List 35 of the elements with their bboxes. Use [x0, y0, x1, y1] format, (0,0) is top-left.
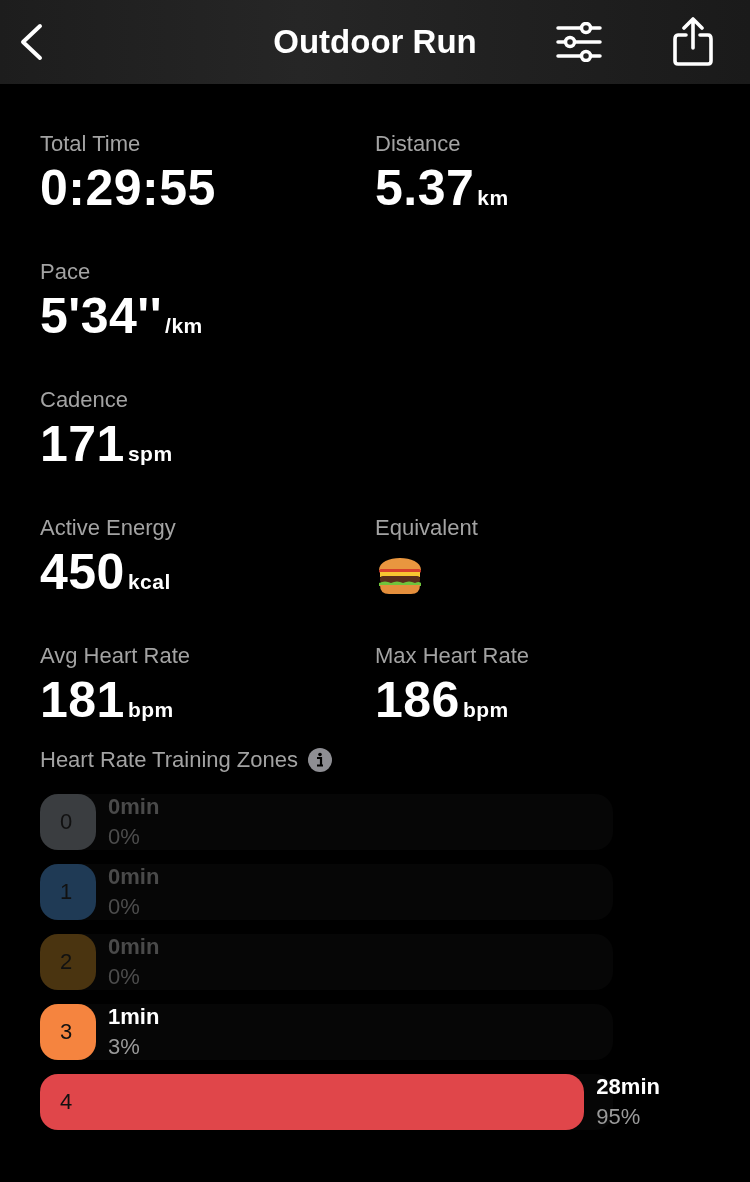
zone-time: 0min [108, 933, 160, 961]
metric-value: 186 bpm [375, 671, 509, 730]
metric-label: Active Energy [40, 514, 176, 542]
zone-time: 28min [596, 1073, 660, 1101]
metric-value: 171 spm [40, 415, 173, 474]
settings-sliders-button[interactable] [556, 22, 602, 62]
zone-bar: 3 [40, 1004, 96, 1060]
metric-value: 0:29:55 [40, 159, 216, 218]
metric-label: Equivalent [375, 514, 478, 542]
metric-label: Avg Heart Rate [40, 642, 190, 670]
zone-time: 1min [108, 1003, 160, 1031]
section-title: Heart Rate Training Zones [40, 746, 299, 774]
zone-time: 0min [108, 863, 160, 891]
metric-label: Pace [40, 258, 91, 286]
info-icon[interactable] [308, 748, 333, 772]
metric-value: 450 kcal [40, 543, 171, 602]
metric-label: Max Heart Rate [375, 642, 530, 670]
metric-value: 181 bpm [40, 671, 174, 730]
zone-percent: 95% [596, 1103, 642, 1131]
zone-time: 0min [108, 793, 160, 821]
zone-bar: 1 [40, 864, 96, 920]
share-button[interactable] [672, 17, 714, 67]
metric-value: 5'34''/km [40, 287, 203, 346]
metric-label: Distance [375, 130, 461, 158]
screen-title: Outdoor Run [272, 23, 478, 61]
zone-percent: 0% [108, 893, 141, 921]
zone-percent: 3% [108, 1033, 141, 1061]
metric-value: 5.37 km [375, 159, 509, 218]
zone-bar: 2 [40, 934, 96, 990]
metric-label: Total Time [40, 130, 141, 158]
zone-percent: 0% [108, 823, 141, 851]
back-button[interactable] [18, 23, 44, 61]
zone-percent: 0% [108, 963, 141, 991]
zone-bar: 4 [40, 1074, 585, 1130]
metric-label: Cadence [40, 386, 129, 414]
